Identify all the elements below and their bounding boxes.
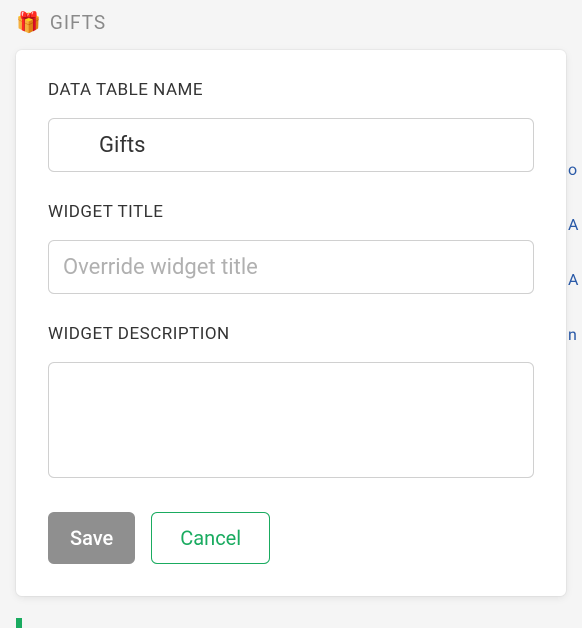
background-text: oAAn [568,160,582,420]
widget-description-label: WIDGET DESCRIPTION [48,324,534,344]
accent-bar [16,618,22,628]
button-row: Save Cancel [48,512,534,564]
widget-description-input[interactable] [48,362,534,478]
data-table-name-input[interactable] [48,118,534,172]
field-widget-description: WIDGET DESCRIPTION [48,324,534,482]
data-table-name-label: DATA TABLE NAME [48,80,534,100]
field-widget-title: WIDGET TITLE [48,202,534,294]
page-title: GIFTS [50,11,106,34]
field-data-table-name: DATA TABLE NAME 🎁 [48,80,534,172]
page-header: 🎁 GIFTS [0,0,582,44]
data-table-name-wrapper: 🎁 [48,118,534,172]
widget-title-input[interactable] [48,240,534,294]
save-button[interactable]: Save [48,512,135,564]
gift-icon: 🎁 [16,10,42,34]
widget-title-label: WIDGET TITLE [48,202,534,222]
cancel-button[interactable]: Cancel [151,512,270,564]
settings-modal: DATA TABLE NAME 🎁 WIDGET TITLE WIDGET DE… [16,50,566,596]
